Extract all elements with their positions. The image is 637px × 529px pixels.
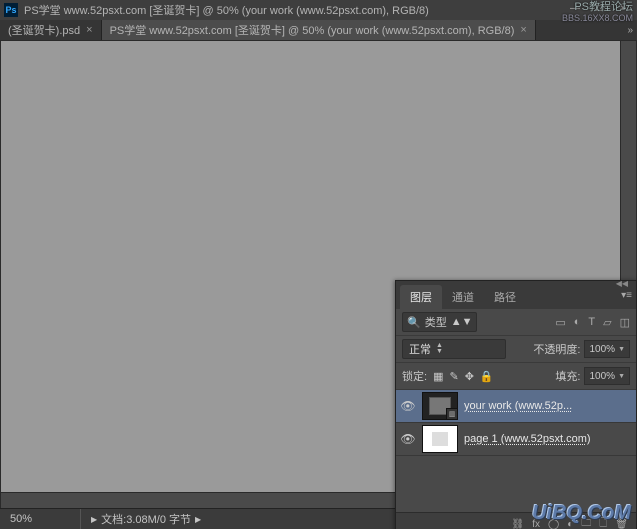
minimize-button[interactable]: — <box>563 0 587 16</box>
lock-all-icon[interactable]: 🔒 <box>480 370 494 383</box>
tab-paths[interactable]: 路径 <box>484 285 526 309</box>
chevron-down-icon: ▼ <box>618 346 625 353</box>
filter-shape-icon[interactable]: ▱ <box>603 316 611 329</box>
window-controls: — □ × <box>563 0 635 16</box>
chevron-updown-icon: ▲▼ <box>436 343 443 355</box>
layers-list: 👁 ▥ your work (www.52p... 👁 page 1 (www.… <box>396 390 636 512</box>
chevron-updown-icon: ▲▼ <box>451 316 473 328</box>
lock-label: 锁定: <box>402 368 427 384</box>
lock-pixels-icon[interactable]: ▦ <box>433 370 443 383</box>
layer-thumbnail[interactable]: ▥ <box>422 392 458 420</box>
tab-layers[interactable]: 图层 <box>400 285 442 309</box>
close-icon[interactable]: × <box>520 24 526 36</box>
chevron-down-icon: ▼ <box>618 373 625 380</box>
document-tab[interactable]: PS学堂 www.52psxt.com [圣诞贺卡] @ 50% (your w… <box>102 20 536 40</box>
filter-smart-icon[interactable]: ◫ <box>620 316 630 329</box>
opacity-value: 100% <box>589 344 615 355</box>
lock-move-icon[interactable]: ✥ <box>465 370 474 383</box>
smart-object-icon: ▥ <box>446 408 458 420</box>
document-tab[interactable]: (圣诞贺卡).psd × <box>0 20 102 40</box>
layer-filter-icons: ▭ ◐ T ▱ ◫ <box>555 316 630 329</box>
window-titlebar: Ps PS学堂 www.52psxt.com [圣诞贺卡] @ 50% (you… <box>0 0 637 20</box>
layers-panel: ◀◀ 图层 通道 路径 ▾≡ 🔍 类型 ▲▼ ▭ ◐ T ▱ ◫ 正常 ▲▼ 不… <box>395 280 637 529</box>
tab-overflow-button[interactable]: » <box>627 20 633 40</box>
visibility-toggle[interactable]: 👁 <box>400 399 416 413</box>
adjustment-icon[interactable]: ◐ <box>567 519 573 529</box>
trash-icon[interactable]: 🗑 <box>615 519 628 529</box>
visibility-toggle[interactable]: 👁 <box>400 432 416 446</box>
blend-mode-select[interactable]: 正常 ▲▼ <box>402 339 506 359</box>
panel-tabs: 图层 通道 路径 ▾≡ <box>396 287 636 309</box>
opacity-label: 不透明度: <box>533 341 580 357</box>
layer-name[interactable]: page 1 (www.52psxt.com) <box>464 433 632 445</box>
layer-name[interactable]: your work (www.52p... <box>464 400 632 412</box>
document-tab-label: PS学堂 www.52psxt.com [圣诞贺卡] @ 50% (your w… <box>110 22 515 38</box>
panel-menu-button[interactable]: ▾≡ <box>621 290 632 301</box>
filter-image-icon[interactable]: ▭ <box>555 316 565 329</box>
document-info-label: 文档:3.08M/0 字节 <box>101 511 191 527</box>
fill-value: 100% <box>589 371 615 382</box>
zoom-field[interactable]: 50% <box>0 509 81 529</box>
group-icon[interactable]: 🗀 <box>581 516 591 529</box>
layer-item[interactable]: 👁 ▥ your work (www.52p... <box>396 390 636 423</box>
layer-thumbnail[interactable] <box>422 425 458 453</box>
link-layers-icon[interactable]: ⛓ <box>512 519 525 529</box>
document-tab-label: (圣诞贺卡).psd <box>8 22 80 38</box>
fx-icon[interactable]: fx <box>532 519 540 529</box>
filter-type-icon[interactable]: T <box>588 316 595 329</box>
close-button[interactable]: × <box>611 0 635 16</box>
window-title: PS学堂 www.52psxt.com [圣诞贺卡] @ 50% (your w… <box>24 2 633 18</box>
search-icon: 🔍 <box>407 316 421 329</box>
fill-label: 填充: <box>555 368 580 384</box>
opacity-field[interactable]: 100% ▼ <box>584 340 630 358</box>
layer-filter-type[interactable]: 🔍 类型 ▲▼ <box>402 312 477 332</box>
ps-logo-icon: Ps <box>4 3 18 17</box>
layer-filter-row: 🔍 类型 ▲▼ ▭ ◐ T ▱ ◫ <box>396 309 636 336</box>
chevron-right-icon: ▶ <box>91 515 97 524</box>
chevron-right-icon: ▶ <box>195 515 201 524</box>
tab-channels[interactable]: 通道 <box>442 285 484 309</box>
maximize-button[interactable]: □ <box>587 0 611 16</box>
layers-footer: ⛓ fx ◯ ◐ 🗀 🗋 🗑 <box>396 512 636 529</box>
filter-adjustment-icon[interactable]: ◐ <box>574 316 581 329</box>
blend-opacity-row: 正常 ▲▼ 不透明度: 100% ▼ <box>396 336 636 363</box>
fill-field[interactable]: 100% ▼ <box>584 367 630 385</box>
document-info[interactable]: ▶ 文档:3.08M/0 字节 ▶ <box>81 511 211 527</box>
layers-empty-area[interactable] <box>396 456 636 512</box>
filter-type-label: 类型 <box>425 314 447 330</box>
lock-brush-icon[interactable]: ✎ <box>449 370 458 383</box>
blend-mode-value: 正常 <box>409 341 431 357</box>
close-icon[interactable]: × <box>86 24 92 36</box>
lock-fill-row: 锁定: ▦ ✎ ✥ 🔒 填充: 100% ▼ <box>396 363 636 390</box>
layer-item[interactable]: 👁 page 1 (www.52psxt.com) <box>396 423 636 456</box>
mask-icon[interactable]: ◯ <box>548 519 559 529</box>
document-tabbar: (圣诞贺卡).psd × PS学堂 www.52psxt.com [圣诞贺卡] … <box>0 20 637 40</box>
new-layer-icon[interactable]: 🗋 <box>599 516 607 529</box>
